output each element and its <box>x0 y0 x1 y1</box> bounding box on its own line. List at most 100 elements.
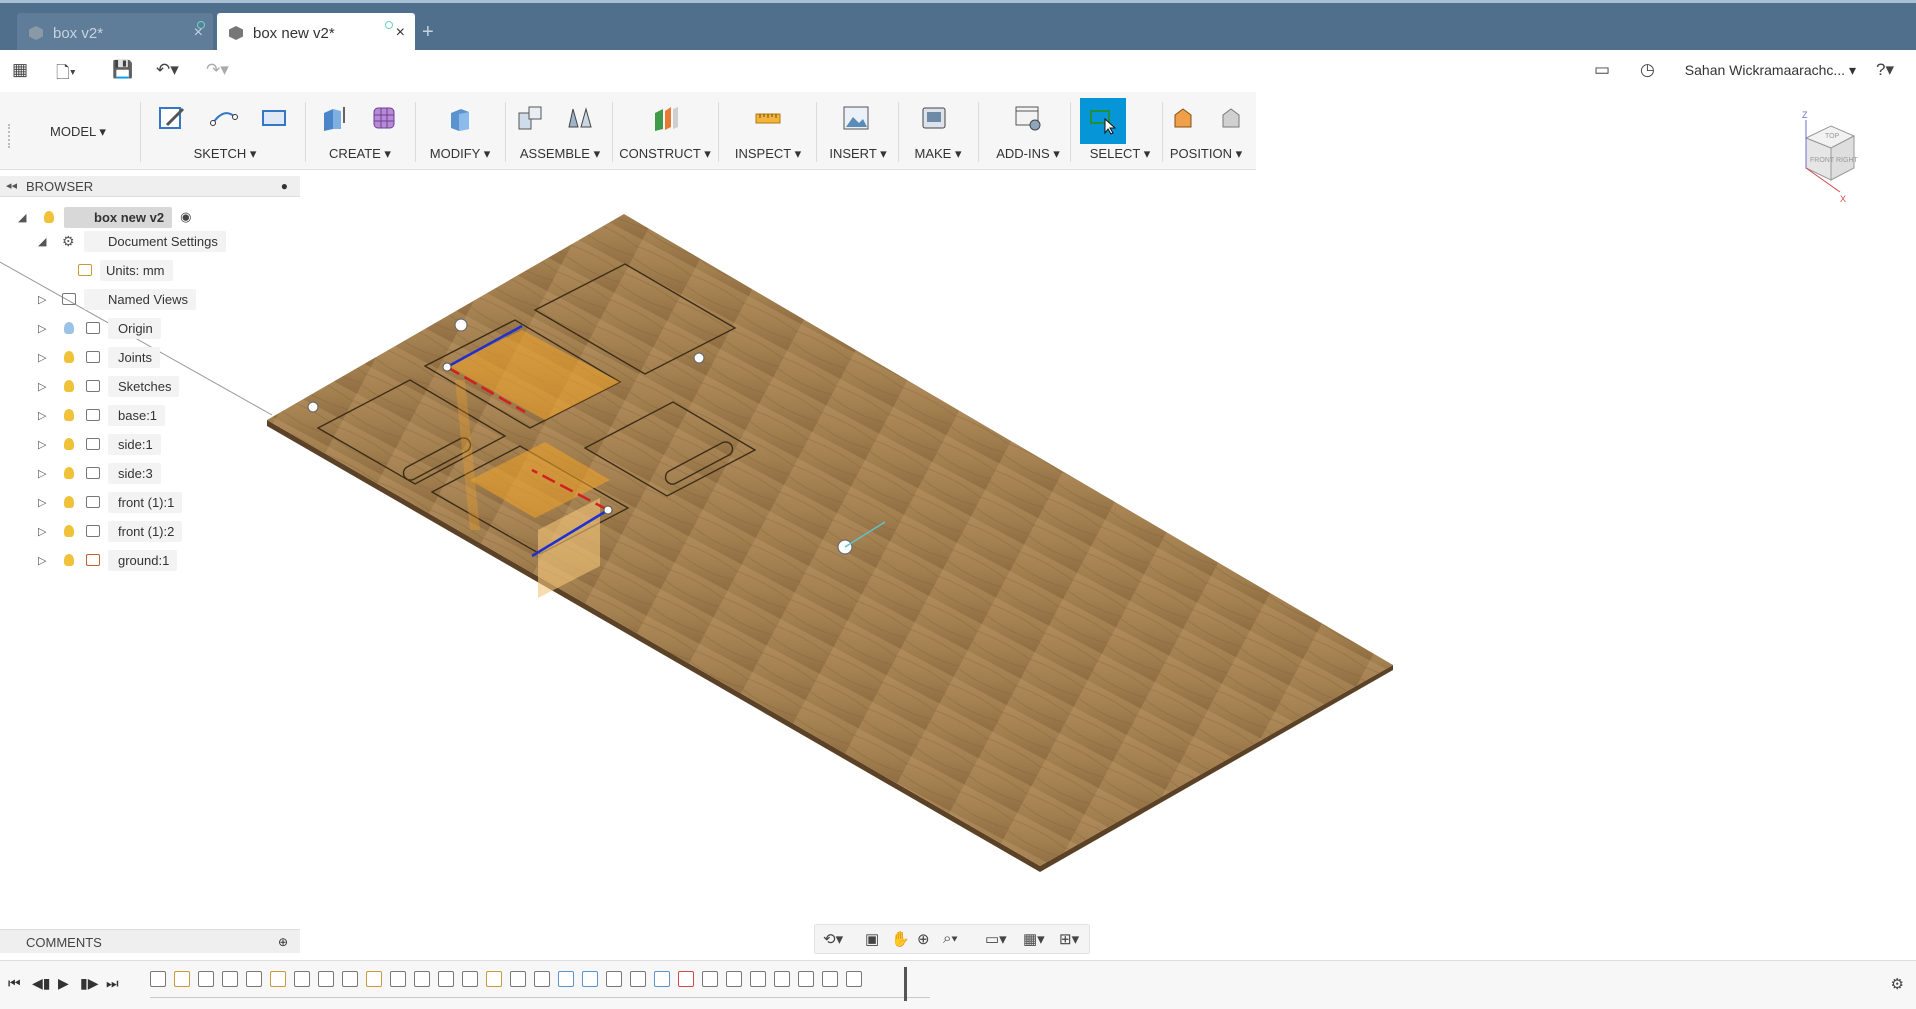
history-icon[interactable]: ◷ <box>1640 60 1655 80</box>
make-menu[interactable]: MAKE ▾ <box>900 146 976 162</box>
collapsed-icon[interactable]: ▷ <box>38 525 46 538</box>
form-icon[interactable] <box>366 100 402 136</box>
tree-item-origin[interactable]: ▷ Origin <box>38 316 161 340</box>
timeline-feature-icon[interactable] <box>294 971 310 987</box>
create-menu[interactable]: CREATE ▾ <box>310 146 410 162</box>
tree-item-side-1[interactable]: ▷ side:1 <box>38 432 161 456</box>
insert-image-icon[interactable] <box>838 100 874 136</box>
go-to-start-icon[interactable]: ⏮ <box>8 975 21 992</box>
collapsed-icon[interactable]: ▷ <box>38 351 46 364</box>
timeline-feature-icon[interactable] <box>342 971 358 987</box>
tree-item-named-views[interactable]: ▷ Named Views <box>38 287 196 311</box>
assemble-menu[interactable]: ASSEMBLE ▾ <box>510 146 610 162</box>
collapsed-icon[interactable]: ▷ <box>38 380 46 393</box>
collapsed-icon[interactable]: ▷ <box>38 554 46 567</box>
timeline-marker[interactable] <box>904 967 907 1001</box>
redo-icon[interactable]: ↷▾ <box>206 60 229 80</box>
collapsed-icon[interactable]: ▷ <box>38 322 46 335</box>
timeline-joint-icon[interactable] <box>798 971 814 987</box>
model-viewport[interactable] <box>0 170 1916 930</box>
viewports-icon[interactable]: ⊞▾ <box>1059 930 1079 948</box>
timeline-settings-gear-icon[interactable]: ⚙ <box>1891 975 1904 993</box>
view-cube-front[interactable]: FRONT <box>1810 157 1835 164</box>
timeline-feature-icon[interactable] <box>390 971 406 987</box>
collapsed-icon[interactable]: ▷ <box>38 496 46 509</box>
timeline-feature-icon[interactable] <box>678 971 694 987</box>
visibility-bulb-icon[interactable] <box>64 380 74 392</box>
fit-icon[interactable]: ⌕▾ <box>943 930 958 947</box>
zoom-icon[interactable]: ⊕ <box>917 930 930 948</box>
capture-position-icon[interactable] <box>1166 100 1202 136</box>
tab-box-v2[interactable]: box v2* × <box>17 13 213 53</box>
timeline-feature-icon[interactable] <box>582 971 598 987</box>
tree-item-front-2[interactable]: ▷ front (1):2 <box>38 519 183 543</box>
inspect-menu[interactable]: INSPECT ▾ <box>722 146 814 162</box>
create-sketch-icon[interactable] <box>154 100 190 136</box>
tree-item-units[interactable]: Units: mm <box>76 258 173 282</box>
view-cube[interactable]: TOP FRONT RIGHT Z X <box>1776 108 1876 208</box>
timeline-feature-icon[interactable] <box>438 971 454 987</box>
step-forward-icon[interactable]: ▮▶ <box>80 975 98 992</box>
view-cube-right[interactable]: RIGHT <box>1836 157 1859 164</box>
visibility-bulb-icon[interactable] <box>64 438 74 450</box>
visibility-bulb-icon[interactable] <box>64 322 74 334</box>
tree-item-ground[interactable]: ▷ ground:1 <box>38 548 178 572</box>
rectangle-icon[interactable] <box>256 100 292 136</box>
timeline-feature-icon[interactable] <box>174 971 190 987</box>
timeline-feature-icon[interactable] <box>654 971 670 987</box>
collapsed-icon[interactable]: ▷ <box>38 467 46 480</box>
visibility-bulb-icon[interactable] <box>64 554 74 566</box>
timeline-joint-icon[interactable] <box>702 971 718 987</box>
tree-item-front-1[interactable]: ▷ front (1):1 <box>38 490 183 514</box>
save-icon[interactable]: 💾 <box>112 60 133 80</box>
step-back-icon[interactable]: ◀▮ <box>32 975 50 992</box>
add-comment-icon[interactable]: ⊕ <box>278 935 288 949</box>
timeline-feature-icon[interactable] <box>606 971 622 987</box>
look-at-icon[interactable]: ▣ <box>865 930 879 948</box>
collapsed-icon[interactable]: ▷ <box>38 438 46 451</box>
revert-position-icon[interactable] <box>1212 100 1248 136</box>
go-to-end-icon[interactable]: ⏭ <box>106 975 119 992</box>
visibility-bulb-icon[interactable] <box>64 496 74 508</box>
timeline-feature-icon[interactable] <box>558 971 574 987</box>
scripts-icon[interactable] <box>1010 100 1046 136</box>
ribbon-grip[interactable] <box>8 124 12 148</box>
new-tab-button[interactable]: + <box>422 21 434 44</box>
select-icon[interactable] <box>1080 98 1126 144</box>
tab-box-new-v2[interactable]: box new v2* × <box>217 13 415 53</box>
pin-icon[interactable]: ● <box>281 179 288 193</box>
collapse-browser-icon[interactable]: ◂◂ <box>6 179 17 192</box>
display-settings-icon[interactable]: ▭▾ <box>985 930 1007 948</box>
visibility-bulb-icon[interactable] <box>44 211 54 223</box>
visibility-bulb-icon[interactable] <box>64 409 74 421</box>
new-component-icon[interactable] <box>512 100 548 136</box>
timeline-feature-icon[interactable] <box>630 971 646 987</box>
expanded-icon[interactable]: ◢ <box>38 235 46 248</box>
timeline-feature-icon[interactable] <box>462 971 478 987</box>
apps-grid-icon[interactable]: ▦ <box>12 60 28 80</box>
timeline-feature-icon[interactable] <box>534 971 550 987</box>
timeline-feature-icon[interactable] <box>486 971 502 987</box>
ground-board[interactable] <box>267 214 1393 866</box>
timeline-feature-icon[interactable] <box>150 971 166 987</box>
help-icon[interactable]: ?▾ <box>1876 60 1894 80</box>
timeline-feature-icon[interactable] <box>222 971 238 987</box>
workspace-mode-dropdown[interactable]: MODEL ▾ <box>50 124 106 140</box>
construct-menu[interactable]: CONSTRUCT ▾ <box>615 146 715 162</box>
close-icon[interactable]: × <box>396 24 405 42</box>
select-menu[interactable]: SELECT ▾ <box>1074 146 1166 162</box>
activate-radio-icon[interactable]: ◉ <box>180 209 191 225</box>
pan-icon[interactable]: ✋ <box>891 930 910 948</box>
visibility-bulb-icon[interactable] <box>64 525 74 537</box>
add-ins-menu[interactable]: ADD-INS ▾ <box>980 146 1076 162</box>
timeline-feature-icon[interactable] <box>510 971 526 987</box>
timeline-feature-icon[interactable] <box>318 971 334 987</box>
timeline-track[interactable] <box>150 967 930 1001</box>
orbit-icon[interactable]: ⟲▾ <box>823 930 843 948</box>
expanded-icon[interactable]: ◢ <box>18 211 26 224</box>
timeline-joint-icon[interactable] <box>822 971 838 987</box>
timeline-joint-icon[interactable] <box>774 971 790 987</box>
measure-icon[interactable] <box>750 100 786 136</box>
insert-menu[interactable]: INSERT ▾ <box>820 146 896 162</box>
view-cube-top[interactable]: TOP <box>1825 133 1840 140</box>
